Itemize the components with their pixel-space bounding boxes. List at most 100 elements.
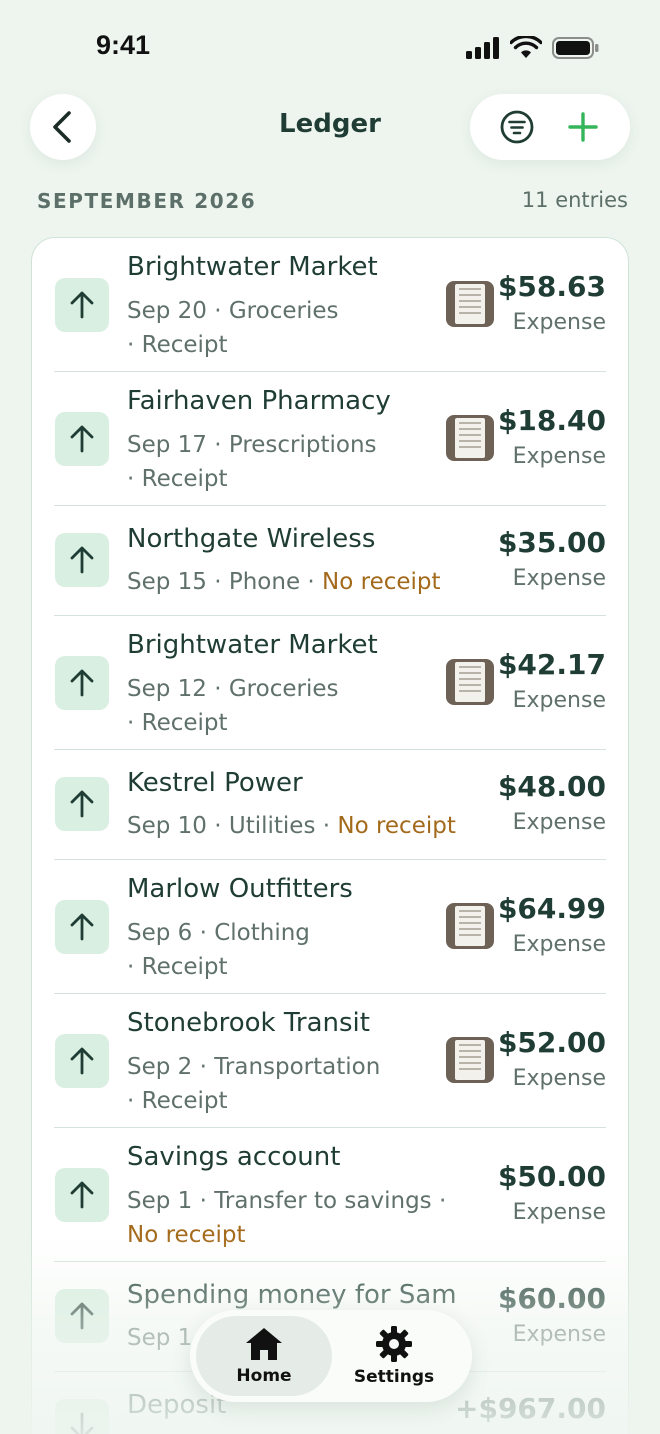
tab-settings-label: Settings xyxy=(353,1367,435,1387)
meta-receipt: · Receipt xyxy=(127,954,228,980)
amount: $50.00 xyxy=(497,1160,606,1193)
transaction-kind: Expense xyxy=(512,566,606,591)
expense-direction-badge xyxy=(55,1034,109,1088)
meta-receipt: · Receipt xyxy=(127,710,228,736)
merchant-name: Spending money for Sam xyxy=(127,1280,457,1310)
meta-date-category: Sep 12 · Groceries xyxy=(127,676,339,702)
transaction-meta: Sep 1 · Transfer to savings · No receipt xyxy=(127,1184,487,1252)
battery-icon xyxy=(552,37,599,59)
expense-direction-badge xyxy=(55,278,109,332)
meta-date-category: Sep 20 · Groceries xyxy=(127,298,339,324)
merchant-name: Kestrel Power xyxy=(127,768,303,798)
section-header: SEPTEMBER 2026 11 entries xyxy=(37,187,628,217)
ledger-row[interactable]: Kestrel Power Sep 10 · Utilities · No re… xyxy=(54,750,606,860)
ledger-row[interactable]: Brightwater Market Sep 20 · Groceries · R… xyxy=(54,238,606,372)
tab-home[interactable]: Home xyxy=(196,1316,332,1396)
ledger-row[interactable]: Savings account Sep 1 · Transfer to savi… xyxy=(54,1128,606,1262)
transaction-kind: Expense xyxy=(512,1200,606,1225)
transaction-kind: Expense xyxy=(512,688,606,713)
ledger-row[interactable]: Fairhaven Pharmacy Sep 17 · Prescription… xyxy=(54,372,606,506)
merchant-name: Savings account xyxy=(127,1142,341,1172)
no-receipt-label: No receipt xyxy=(337,813,456,839)
entries-count: 11 entries xyxy=(521,188,628,212)
tab-settings[interactable]: Settings xyxy=(326,1316,462,1396)
expense-direction-badge xyxy=(55,412,109,466)
arrow-up-icon xyxy=(70,1181,94,1209)
ledger-row[interactable]: Marlow Outfitters Sep 6 · Clothing · Rece… xyxy=(54,860,606,994)
merchant-name: Brightwater Market xyxy=(127,252,378,282)
receipt-thumbnail[interactable] xyxy=(446,415,494,461)
month-label: SEPTEMBER 2026 xyxy=(37,189,257,213)
meta-date-category: Sep 1 xyxy=(127,1325,193,1351)
arrow-up-icon xyxy=(70,913,94,941)
transaction-meta: Sep 15 · Phone · No receipt xyxy=(127,565,507,599)
expense-direction-badge xyxy=(55,533,109,587)
receipt-thumbnail[interactable] xyxy=(446,1037,494,1083)
transaction-meta: Sep 17 · Prescriptions · Receipt xyxy=(127,428,457,496)
arrow-up-icon xyxy=(70,1302,94,1330)
amount: $42.17 xyxy=(497,648,606,681)
receipt-thumbnail[interactable] xyxy=(446,281,494,327)
meta-receipt: · Receipt xyxy=(127,1088,228,1114)
no-receipt-label: No receipt xyxy=(322,569,441,595)
transaction-meta: Sep 6 · Clothing · Receipt xyxy=(127,916,457,984)
ledger-row[interactable]: Northgate Wireless Sep 15 · Phone · No r… xyxy=(54,506,606,616)
status-time: 9:41 xyxy=(96,30,151,60)
expense-direction-badge xyxy=(55,777,109,831)
filter-button[interactable] xyxy=(495,105,539,149)
transaction-kind: Expense xyxy=(512,310,606,335)
transaction-meta: Sep 20 · Groceries · Receipt xyxy=(127,294,457,362)
amount: $64.99 xyxy=(497,892,606,925)
meta-receipt: · Receipt xyxy=(127,466,228,492)
arrow-down-icon xyxy=(70,1412,94,1434)
status-icons xyxy=(466,36,600,60)
gear-icon xyxy=(376,1326,412,1362)
meta-date-category: Sep 15 · Phone · xyxy=(127,569,323,595)
amount: $48.00 xyxy=(497,770,606,803)
tab-bar: Home Settings xyxy=(190,1310,472,1402)
amount: $60.00 xyxy=(497,1282,606,1315)
receipt-thumbnail[interactable] xyxy=(446,903,494,949)
amount: $58.63 xyxy=(497,270,606,303)
cellular-signal-icon xyxy=(466,37,499,59)
tab-home-label: Home xyxy=(236,1366,292,1386)
expense-direction-badge xyxy=(55,1168,109,1222)
amount: +$967.00 xyxy=(455,1392,606,1425)
amount: $52.00 xyxy=(497,1026,606,1059)
wifi-icon xyxy=(510,36,542,58)
transaction-meta: Sep 2 · Transportation · Receipt xyxy=(127,1050,457,1118)
transaction-kind: Expense xyxy=(512,810,606,835)
transaction-kind: Expense xyxy=(512,932,606,957)
merchant-name: Northgate Wireless xyxy=(127,524,376,554)
ledger-list: Brightwater Market Sep 20 · Groceries · R… xyxy=(31,237,629,1434)
header-actions xyxy=(470,94,630,160)
plus-icon xyxy=(568,112,598,142)
arrow-up-icon xyxy=(70,291,94,319)
transaction-kind: Expense xyxy=(512,1066,606,1091)
add-entry-button[interactable] xyxy=(561,105,605,149)
house-icon xyxy=(246,1328,282,1360)
amount: $35.00 xyxy=(497,526,606,559)
merchant-name: Fairhaven Pharmacy xyxy=(127,386,391,416)
expense-direction-badge xyxy=(55,656,109,710)
merchant-name: Marlow Outfitters xyxy=(127,874,353,904)
amount: $18.40 xyxy=(497,404,606,437)
ledger-row[interactable]: Stonebrook Transit Sep 2 · Transportatio… xyxy=(54,994,606,1128)
expense-direction-badge xyxy=(55,900,109,954)
transaction-meta: Sep 10 · Utilities · No receipt xyxy=(127,809,507,843)
transaction-kind: Expense xyxy=(512,444,606,469)
filter-icon xyxy=(500,110,534,144)
transaction-kind: Expense xyxy=(512,1322,606,1347)
arrow-up-icon xyxy=(70,425,94,453)
meta-date-category: Sep 1 · Transfer to savings · xyxy=(127,1188,447,1214)
transaction-meta: Sep 12 · Groceries · Receipt xyxy=(127,672,457,740)
arrow-up-icon xyxy=(70,669,94,697)
arrow-up-icon xyxy=(70,790,94,818)
ledger-row[interactable]: Brightwater Market Sep 12 · Groceries · R… xyxy=(54,616,606,750)
arrow-up-icon xyxy=(70,546,94,574)
merchant-name: Brightwater Market xyxy=(127,630,378,660)
arrow-up-icon xyxy=(70,1047,94,1075)
income-direction-badge xyxy=(55,1399,109,1434)
expense-direction-badge xyxy=(55,1289,109,1343)
receipt-thumbnail[interactable] xyxy=(446,659,494,705)
